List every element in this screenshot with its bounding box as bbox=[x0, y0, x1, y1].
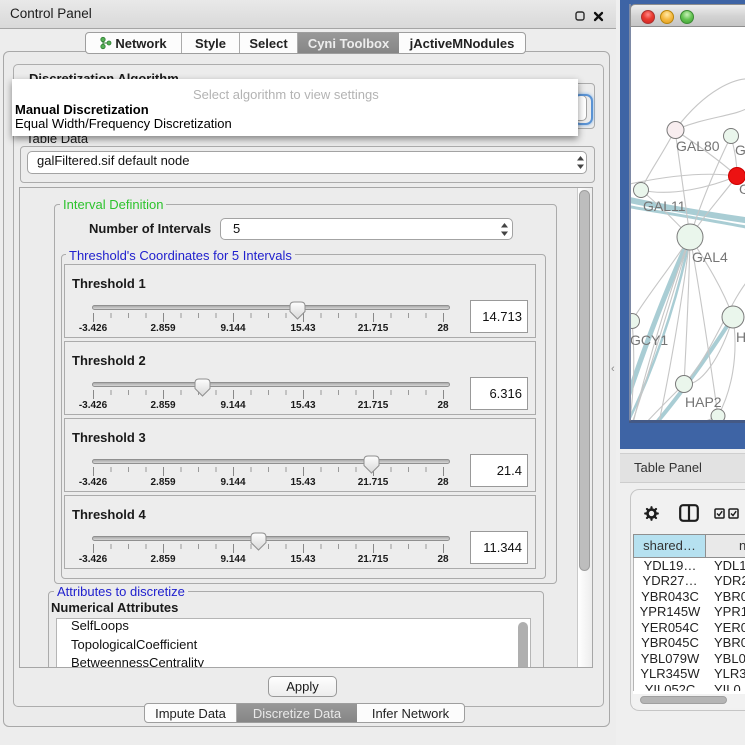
svg-text:GCY1: GCY1 bbox=[631, 332, 668, 348]
svg-text:G: G bbox=[739, 181, 745, 197]
svg-text:HAP2: HAP2 bbox=[685, 394, 722, 410]
svg-text:H: H bbox=[736, 329, 745, 345]
svg-text:GAL4: GAL4 bbox=[692, 249, 728, 265]
svg-text:GAL80: GAL80 bbox=[676, 138, 720, 154]
svg-text:GA: GA bbox=[735, 142, 745, 158]
svg-text:GAL11: GAL11 bbox=[643, 198, 686, 214]
